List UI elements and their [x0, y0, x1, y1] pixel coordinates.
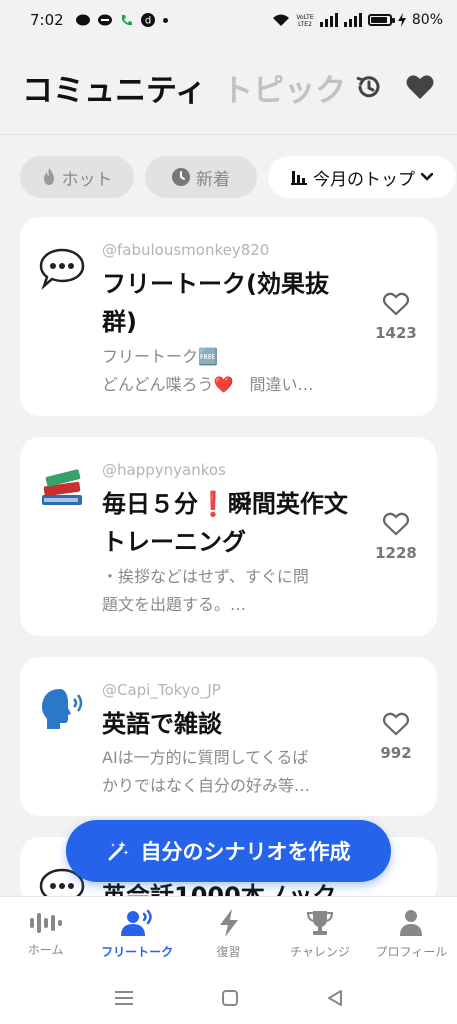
card-desc-line: AIは一方的に質問してくるば: [102, 748, 309, 767]
nav-profile[interactable]: プロフィール: [366, 897, 457, 972]
charging-icon: [397, 13, 406, 27]
like-group[interactable]: 1423: [375, 292, 417, 342]
filter-new-label: 新着: [196, 169, 230, 190]
author-handle[interactable]: @happynyankos: [102, 461, 226, 479]
nav-profile-label: プロフィール: [375, 945, 448, 959]
like-group[interactable]: 1228: [375, 512, 417, 562]
notification-icons: d: [75, 13, 168, 27]
line-app-icon: [97, 14, 112, 25]
svg-text:d: d: [145, 16, 151, 27]
heart-outline-icon[interactable]: [383, 712, 409, 736]
author-handle[interactable]: @Capi_Tokyo_JP: [102, 681, 221, 699]
nav-free-talk[interactable]: フリートーク: [91, 897, 182, 972]
filter-hot-label: ホット: [61, 169, 113, 190]
create-scenario-label: 自分のシナリオを作成: [140, 840, 351, 864]
heart-outline-icon[interactable]: [383, 512, 409, 536]
nav-home[interactable]: ホーム: [0, 897, 91, 972]
battery-icon: [367, 14, 395, 26]
volte-icon: VoLTELTE2: [296, 14, 313, 27]
filter-top-dropdown[interactable]: 今月のトップ: [268, 156, 456, 198]
like-group[interactable]: 992: [375, 712, 417, 762]
filter-bar: ホット 新着 今月のトップ: [20, 156, 456, 198]
system-nav-bar: [0, 972, 457, 1024]
header-actions: [353, 72, 435, 102]
bottom-nav: ホーム フリートーク 復習 チャレンジ プロフィール: [0, 896, 457, 972]
author-handle[interactable]: @fabulousmonkey820: [102, 241, 269, 259]
tab-community[interactable]: コミュニティ: [22, 65, 206, 110]
books-icon: [42, 469, 82, 505]
nav-challenge-label: チャレンジ: [289, 945, 350, 959]
card-desc-line: フリートーク🆓: [102, 347, 218, 366]
like-count: 1228: [375, 544, 417, 562]
filter-top-label: 今月のトップ: [313, 169, 415, 190]
history-icon[interactable]: [353, 72, 383, 102]
filter-new[interactable]: 新着: [145, 156, 257, 198]
svg-text:VoLTE: VoLTE: [296, 14, 313, 21]
back-icon[interactable]: [327, 990, 343, 1006]
create-scenario-button[interactable]: 自分のシナリオを作成: [66, 820, 391, 882]
heart-outline-icon[interactable]: [383, 292, 409, 316]
svg-text:LTE2: LTE2: [298, 21, 312, 27]
battery-percent: 80%: [411, 12, 443, 28]
scenario-card[interactable]: @fabulousmonkey820 フリートーク(効果抜群) フリートーク🆓 …: [20, 217, 437, 416]
card-desc-line: ・挨拶などはせず、すぐに問: [102, 567, 309, 586]
heart-icon[interactable]: [405, 72, 435, 102]
nav-review[interactable]: 復習: [183, 897, 274, 972]
wifi-icon: [272, 14, 289, 26]
card-title: 英語で雑談: [102, 710, 222, 738]
card-description: フリートーク🆓 どんどん喋ろう❤️ 間違い…: [102, 343, 352, 399]
home-button-icon[interactable]: [221, 990, 238, 1006]
chevron-down-icon: [421, 173, 433, 181]
nav-home-label: ホーム: [27, 943, 64, 957]
nav-review-label: 復習: [216, 945, 241, 959]
card-desc-line: どんどん喋ろう❤️ 間違い…: [102, 375, 314, 394]
status-bar: 7:02 d VoLTE LTE2 80%: [0, 0, 457, 40]
filter-hot[interactable]: ホット: [20, 156, 134, 198]
scenario-card[interactable]: @happynyankos 毎日５分❗瞬間英作文トレーニング ・挨拶などはせず、…: [20, 437, 437, 636]
bar-chart-icon: [291, 171, 307, 185]
card-desc-line: 題文を出題する。…: [102, 595, 247, 614]
signal-icon: [319, 13, 338, 27]
like-count: 992: [380, 744, 412, 762]
speech-bubble-icon: [39, 248, 85, 290]
flame-icon: [43, 168, 54, 185]
status-right: VoLTE LTE2 80%: [272, 12, 443, 28]
phone-icon: [121, 14, 132, 25]
nav-free-talk-label: フリートーク: [101, 945, 174, 959]
magic-wand-icon: [108, 841, 128, 861]
more-dot-icon: [162, 17, 168, 23]
clock-icon: [172, 168, 190, 186]
like-count: 1423: [375, 324, 417, 342]
card-title: フリートーク(効果抜群): [102, 270, 329, 336]
card-description: AIは一方的に質問してくるば かりではなく自分の好み等…: [102, 744, 352, 800]
scenario-card[interactable]: @Capi_Tokyo_JP 英語で雑談 AIは一方的に質問してくるば かりでは…: [20, 657, 437, 816]
speaking-person-icon: [121, 909, 152, 936]
header: コミュニティ トピック: [0, 40, 457, 135]
waveform-icon: [29, 913, 62, 933]
status-time: 7:02: [30, 11, 64, 29]
chat-bubble-icon: [75, 14, 90, 25]
card-description: ・挨拶などはせず、すぐに問 題文を出題する。…: [102, 563, 352, 619]
recent-apps-icon[interactable]: [114, 990, 133, 1006]
tab-topics[interactable]: トピック: [222, 65, 352, 110]
lightning-icon: [219, 909, 238, 937]
speaking-head-icon: [42, 689, 83, 729]
trophy-icon: [306, 911, 333, 935]
card-title: 毎日５分❗瞬間英作文トレーニング: [102, 490, 348, 556]
card-desc-line: かりではなく自分の好み等…: [102, 776, 311, 795]
signal-icon-2: [343, 13, 362, 27]
nav-challenge[interactable]: チャレンジ: [274, 897, 365, 972]
d-app-icon: d: [140, 13, 155, 27]
person-icon: [400, 910, 423, 936]
